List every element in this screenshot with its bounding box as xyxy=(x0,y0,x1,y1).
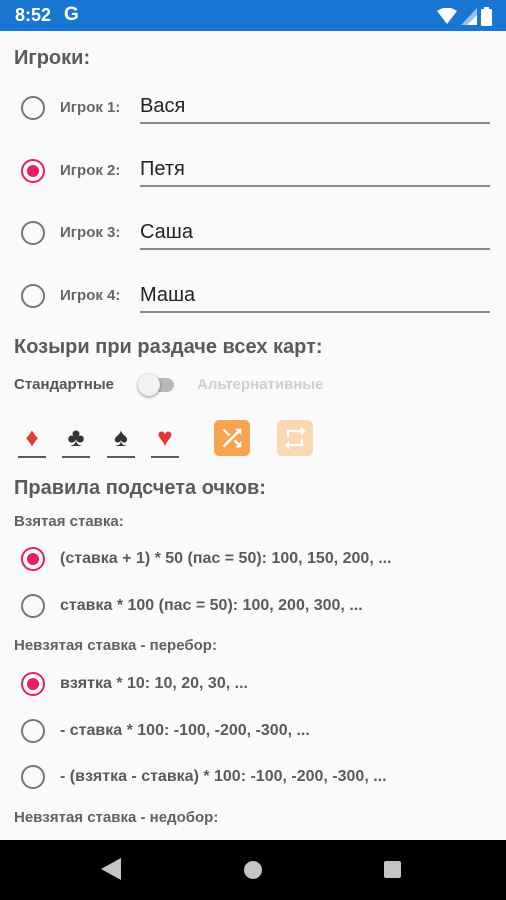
wifi-icon xyxy=(437,7,457,24)
player-3-radio[interactable] xyxy=(21,221,45,245)
system-icons xyxy=(437,6,492,26)
player-1-name-input[interactable] xyxy=(140,90,490,124)
recents-icon[interactable] xyxy=(384,861,401,878)
overtrick-option-3-radio[interactable] xyxy=(21,765,45,789)
status-time: 8:52 xyxy=(15,5,52,25)
player-1-radio[interactable] xyxy=(21,96,45,120)
overtrick-option-1-radio[interactable] xyxy=(21,672,45,696)
scoring-title: Правила подсчета очков: xyxy=(14,477,266,499)
player-3-name-input[interactable] xyxy=(140,216,490,250)
home-icon[interactable] xyxy=(244,861,262,879)
player-1-label: Игрок 1: xyxy=(60,99,121,116)
overtrick-option-2-text[interactable]: - ставка * 100: -100, -200, -300, ... xyxy=(60,722,310,740)
shuffle-icon[interactable] xyxy=(214,420,250,456)
trump-alternative-label: Альтернативные xyxy=(197,376,324,393)
overtrick-option-3-text[interactable]: - (взятка - ставка) * 100: -100, -200, -… xyxy=(60,768,387,786)
players-title: Игроки: xyxy=(14,47,91,69)
diamond-icon[interactable]: ♦ xyxy=(18,422,46,458)
heart-icon[interactable]: ♥ xyxy=(151,422,179,458)
club-icon[interactable]: ♣ xyxy=(62,422,90,458)
battery-icon xyxy=(481,6,492,26)
player-4-label: Игрок 4: xyxy=(60,287,121,304)
taken-bid-option-1-text[interactable]: (ставка + 1) * 50 (пас = 50): 100, 150, … xyxy=(60,550,392,568)
overtrick-option-2-radio[interactable] xyxy=(21,719,45,743)
undertrick-title: Невзятая ставка - недобор: xyxy=(14,809,219,826)
player-4-radio[interactable] xyxy=(21,284,45,308)
taken-bid-title: Взятая ставка: xyxy=(14,513,124,530)
navigation-bar xyxy=(0,840,506,900)
repeat-icon[interactable] xyxy=(277,420,313,456)
taken-bid-option-1-radio[interactable] xyxy=(21,547,45,571)
trump-mode-switch[interactable] xyxy=(138,373,176,397)
settings-content[interactable]: Игроки: Игрок 1: Игрок 2: Игрок 3: Игрок… xyxy=(0,31,506,840)
signal-icon xyxy=(461,7,477,25)
trump-standard-label: Стандартные xyxy=(14,376,114,393)
trumps-title: Козыри при раздаче всех карт: xyxy=(14,336,323,358)
back-icon[interactable] xyxy=(101,858,121,880)
taken-bid-option-2-radio[interactable] xyxy=(21,594,45,618)
player-3-label: Игрок 3: xyxy=(60,224,121,241)
player-2-label: Игрок 2: xyxy=(60,162,121,179)
status-bar: 8:52 G xyxy=(0,0,506,31)
overtrick-option-1-text[interactable]: взятка * 10: 10, 20, 30, ... xyxy=(60,675,248,693)
overtrick-title: Невзятая ставка - перебор: xyxy=(14,637,217,654)
switch-thumb xyxy=(138,374,160,396)
player-4-name-input[interactable] xyxy=(140,279,490,313)
player-2-name-input[interactable] xyxy=(140,153,490,187)
google-icon: G xyxy=(64,4,79,25)
spade-icon[interactable]: ♠ xyxy=(107,422,135,458)
taken-bid-option-2-text[interactable]: ставка * 100 (пас = 50): 100, 200, 300, … xyxy=(60,597,363,615)
player-2-radio[interactable] xyxy=(21,159,45,183)
